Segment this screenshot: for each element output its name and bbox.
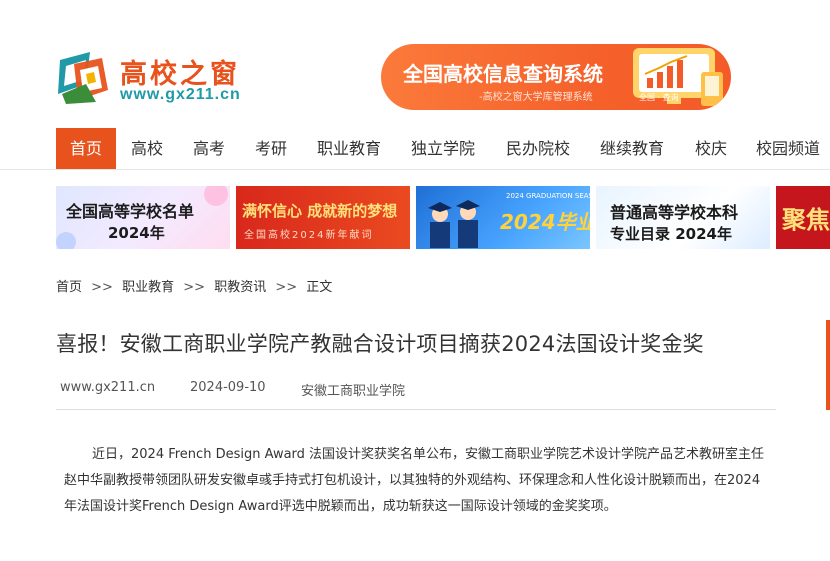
breadcrumb-current: 正文 (306, 280, 333, 295)
promo-3-line2: 2024毕业季 (500, 210, 590, 234)
main-nav: 首页 高校 高考 考研 职业教育 独立学院 民办院校 继续教育 校庆 校园频道 (0, 128, 830, 170)
promo-5-line1: 聚焦 (782, 206, 830, 234)
graduates-icon (428, 200, 480, 248)
article-date: 2024-09-10 (190, 380, 266, 395)
breadcrumb-home[interactable]: 首页 (56, 276, 82, 295)
promo-graduation[interactable]: 2024 GRADUATION SEASON 2024毕业季 (416, 186, 590, 249)
site-logo[interactable]: 高校之窗 www.gx211.cn (56, 50, 270, 106)
school-query-banner[interactable]: 全国高校信息查询系统 -高校之窗大学库管理系统 全国 · 查询 (381, 44, 731, 110)
promo-4-line1: 普通高等学校本科 (610, 203, 739, 222)
nav-item-kaoyan[interactable]: 考研 (241, 128, 301, 169)
article-author: 安徽工商职业学院 (301, 384, 406, 399)
breadcrumb-news[interactable]: 职教资讯 (214, 276, 266, 295)
promo-university-list[interactable]: 全国高等学校名单 2024年 (56, 186, 230, 249)
promo-1-line2: 2024年 (108, 224, 165, 242)
nav-item-private[interactable]: 民办院校 (492, 128, 584, 169)
nav-item-continuing[interactable]: 继续教育 (586, 128, 678, 169)
promo-new-year[interactable]: 满怀信心 成就新的梦想 全国高校2024新年献词 (236, 186, 410, 249)
logo-mark-icon (58, 52, 108, 104)
promo-2-line2: 全国高校2024新年献词 (244, 230, 374, 241)
nav-item-vocational[interactable]: 职业教育 (303, 128, 395, 169)
nav-item-gaokao[interactable]: 高考 (179, 128, 239, 169)
promo-focus[interactable]: 聚焦 (776, 186, 830, 249)
banner-title: 全国高校信息查询系统 (403, 62, 603, 86)
promo-major-catalog[interactable]: 普通高等学校本科 专业目录 2024年 (596, 186, 770, 249)
promo-1-line1: 全国高等学校名单 (66, 202, 195, 221)
breadcrumb-separator: >> (91, 280, 113, 295)
article-source: www.gx211.cn (60, 380, 156, 395)
nav-item-independent[interactable]: 独立学院 (397, 128, 489, 169)
banner-screen-text: 全国 · 查询 (639, 93, 679, 102)
logo-url: www.gx211.cn (120, 86, 241, 103)
nav-item-anniversary[interactable]: 校庆 (681, 128, 741, 169)
side-float-tab[interactable] (826, 320, 830, 410)
nav-item-universities[interactable]: 高校 (117, 128, 177, 169)
article-paragraph: 近日，2024 French Design Award 法国设计奖获奖名单公布，… (64, 447, 765, 514)
article-title: 喜报！安徽工商职业学院产教融合设计项目摘获2024法国设计奖金奖 (56, 332, 704, 356)
nav-item-campus[interactable]: 校园频道 (742, 128, 830, 169)
promo-4-line2: 专业目录 2024年 (610, 225, 732, 243)
breadcrumb-separator: >> (183, 280, 206, 295)
promo-3-line1: 2024 GRADUATION SEASON (506, 192, 590, 200)
breadcrumb-separator: >> (275, 280, 298, 295)
breadcrumb-vocational[interactable]: 职业教育 (122, 276, 174, 295)
banner-subtitle: -高校之窗大学库管理系统 (479, 92, 593, 103)
nav-item-home[interactable]: 首页 (56, 128, 117, 169)
promo-2-line1: 满怀信心 成就新的梦想 (242, 202, 398, 220)
meta-divider (56, 409, 776, 410)
breadcrumb: 首页 >> 职业教育 >> 职教资讯 >> 正文 (56, 276, 332, 295)
